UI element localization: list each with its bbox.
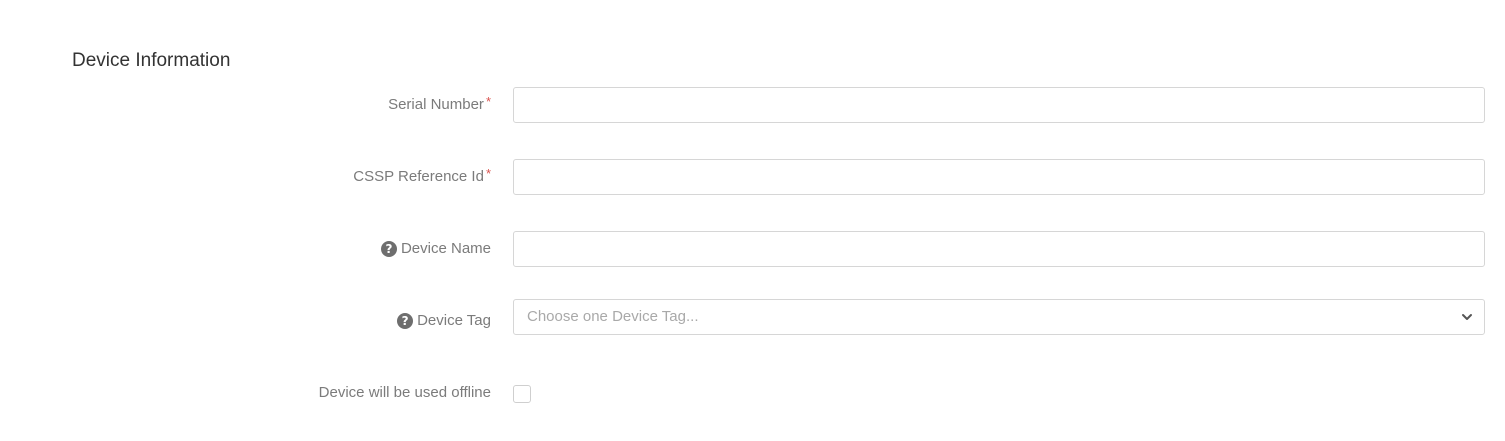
device-name-input[interactable] bbox=[513, 231, 1485, 267]
device-name-label: ? Device Name bbox=[380, 239, 491, 259]
cssp-reference-id-label: CSSP Reference Id * bbox=[353, 166, 491, 187]
device-tag-placeholder: Choose one Device Tag... bbox=[527, 308, 699, 325]
chevron-down-icon bbox=[1462, 314, 1472, 320]
serial-number-label: Serial Number * bbox=[388, 94, 491, 115]
device-name-label-text: Device Name bbox=[400, 240, 491, 257]
offline-label-text: Device will be used offline bbox=[318, 384, 491, 401]
question-circle-icon[interactable]: ? bbox=[397, 313, 414, 329]
cssp-reference-id-label-text: CSSP Reference Id bbox=[353, 168, 484, 185]
offline-label: Device will be used offline bbox=[319, 383, 491, 403]
device-tag-label: ? Device Tag bbox=[397, 311, 491, 331]
required-indicator: * bbox=[485, 166, 491, 181]
device-information-form: Device Information Serial Number * CSSP … bbox=[0, 0, 1505, 441]
question-circle-icon[interactable]: ? bbox=[380, 241, 397, 257]
section-title: Device Information bbox=[72, 50, 231, 71]
required-indicator: * bbox=[485, 94, 491, 109]
serial-number-input[interactable] bbox=[513, 87, 1485, 123]
serial-number-label-text: Serial Number bbox=[388, 96, 484, 113]
device-tag-select[interactable]: Choose one Device Tag... bbox=[513, 299, 1485, 335]
cssp-reference-id-input[interactable] bbox=[513, 159, 1485, 195]
device-tag-label-text: Device Tag bbox=[417, 312, 491, 329]
offline-checkbox[interactable] bbox=[513, 385, 531, 403]
